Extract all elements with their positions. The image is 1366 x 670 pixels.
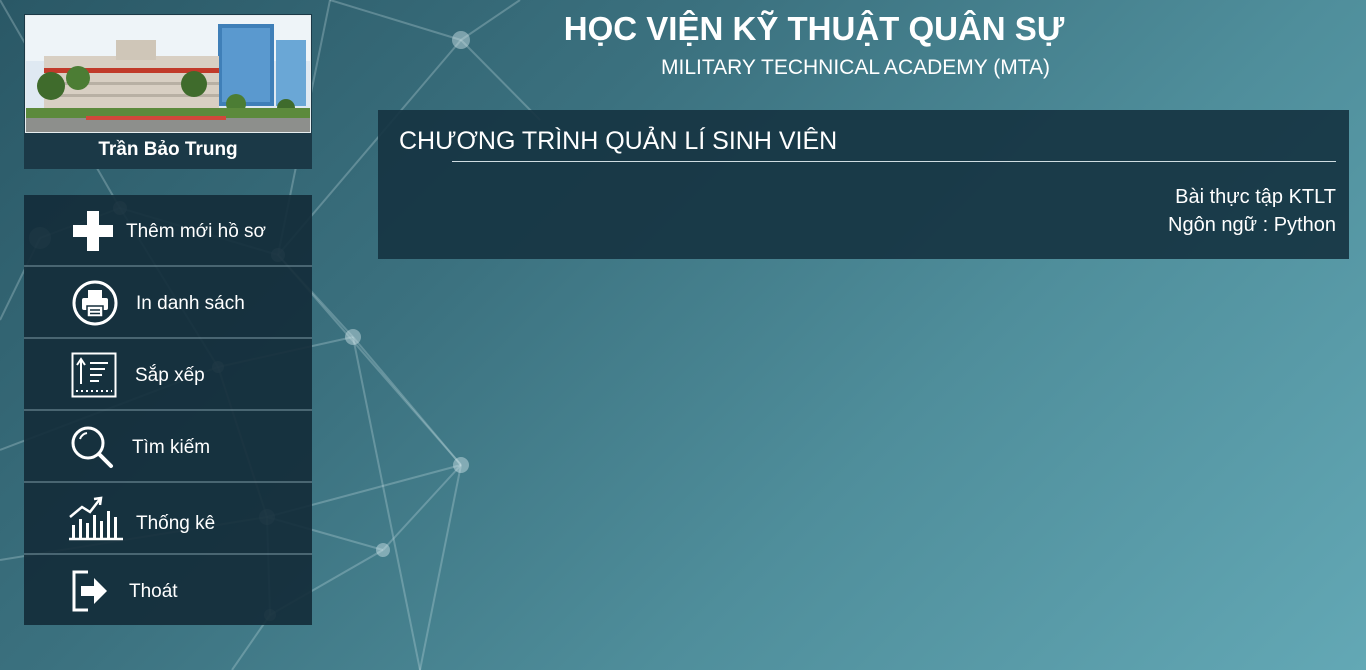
search-icon bbox=[68, 423, 116, 471]
menu-item-label: Thêm mới hồ sơ bbox=[126, 221, 267, 242]
menu-item-label: Thống kê bbox=[136, 513, 216, 534]
plus-icon bbox=[69, 207, 117, 255]
panel-title: CHƯƠNG TRÌNH QUẢN LÍ SINH VIÊN bbox=[399, 127, 838, 155]
sort-icon bbox=[70, 351, 118, 399]
profile-card: Trần Bảo Trung bbox=[24, 14, 312, 169]
menu-item-exit[interactable]: Thoát bbox=[24, 555, 312, 625]
page-subtitle: MILITARY TECHNICAL ACADEMY (MTA) bbox=[661, 56, 1050, 79]
menu-item-search[interactable]: Tìm kiếm bbox=[24, 411, 312, 483]
menu-item-label: Sắp xếp bbox=[135, 365, 205, 386]
panel-divider bbox=[452, 161, 1336, 162]
language-label: Ngôn ngữ : Python bbox=[1168, 214, 1336, 236]
info-panel: CHƯƠNG TRÌNH QUẢN LÍ SINH VIÊN Bài thực … bbox=[378, 110, 1349, 259]
campus-photo bbox=[25, 15, 311, 133]
exit-icon bbox=[68, 567, 116, 615]
menu-item-statistics[interactable]: Thống kê bbox=[24, 483, 312, 555]
side-menu: Thêm mới hồ sơ In danh sách Sắp xếp Tìm … bbox=[24, 195, 312, 625]
menu-item-sort[interactable]: Sắp xếp bbox=[24, 339, 312, 411]
menu-item-label: Thoát bbox=[129, 581, 178, 602]
user-name: Trần Bảo Trung bbox=[98, 139, 238, 160]
menu-item-label: In danh sách bbox=[136, 293, 245, 314]
menu-item-print-list[interactable]: In danh sách bbox=[24, 267, 312, 339]
statistics-icon bbox=[66, 495, 126, 543]
menu-item-add-record[interactable]: Thêm mới hồ sơ bbox=[24, 195, 312, 267]
page-title: HỌC VIỆN KỸ THUẬT QUÂN SỰ bbox=[563, 10, 1065, 47]
printer-icon bbox=[71, 279, 119, 327]
assignment-label: Bài thực tập KTLT bbox=[1175, 186, 1336, 208]
menu-item-label: Tìm kiếm bbox=[132, 437, 211, 458]
